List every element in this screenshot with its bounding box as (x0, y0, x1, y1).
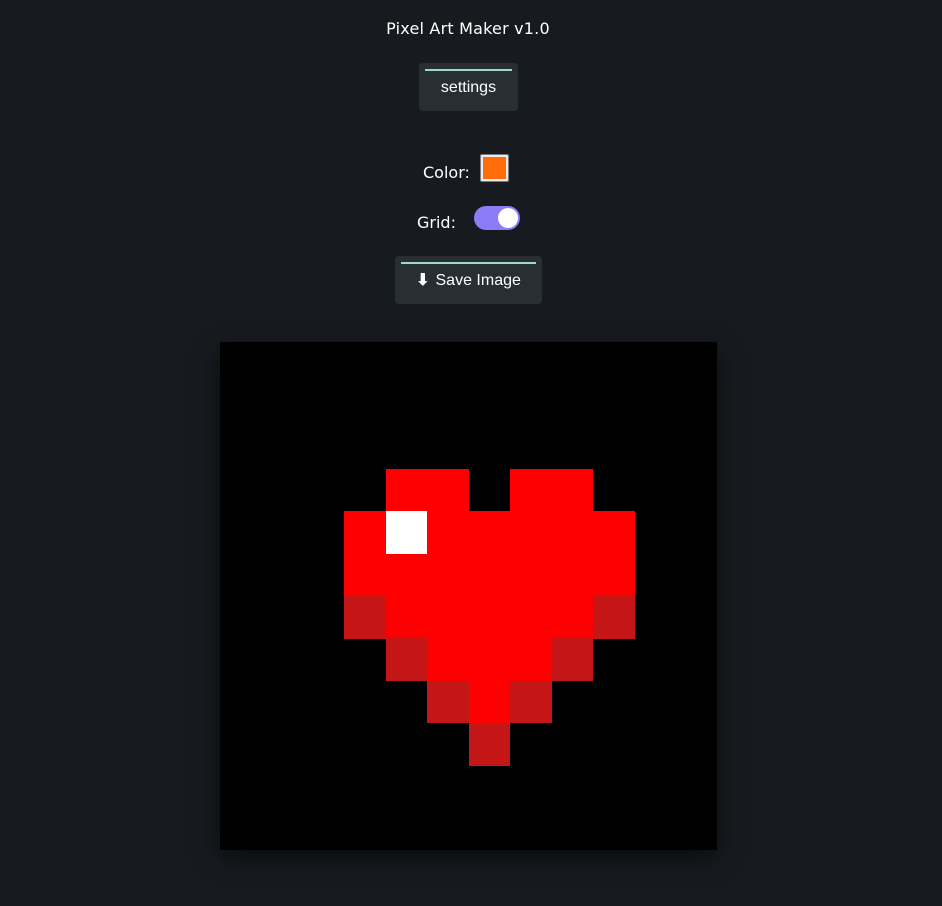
color-label: Color: (423, 163, 470, 182)
pixel-cell[interactable] (592, 596, 635, 639)
pixel-cell[interactable] (551, 553, 594, 597)
pixel-cell[interactable] (385, 469, 428, 512)
pixel-cell[interactable] (385, 638, 428, 682)
pixel-cell[interactable] (468, 511, 511, 555)
pixel-cell[interactable] (427, 469, 469, 512)
pixel-cell[interactable] (344, 596, 387, 639)
settings-button[interactable]: settings (419, 63, 518, 111)
page-title: Pixel Art Maker v1.0 (386, 19, 550, 38)
drawing-canvas[interactable] (220, 342, 717, 850)
save-image-button[interactable]: ⬇ Save Image (395, 256, 542, 304)
pixel-cell[interactable] (427, 553, 469, 597)
pixel-cell[interactable] (509, 553, 552, 597)
pixel-cell[interactable] (592, 511, 635, 555)
pixel-cell[interactable] (385, 596, 428, 639)
color-picker-swatch (483, 157, 506, 179)
pixel-cell[interactable] (592, 553, 635, 597)
pixel-cell[interactable] (509, 511, 552, 555)
pixel-cell[interactable] (427, 596, 469, 639)
download-arrow-icon: ⬇ (416, 272, 430, 289)
button-accent-line (425, 69, 512, 71)
pixel-cell[interactable] (509, 469, 552, 512)
pixel-cell[interactable] (344, 553, 387, 597)
pixel-cell[interactable] (551, 638, 594, 682)
pixel-cell[interactable] (468, 723, 511, 766)
grid-toggle[interactable] (474, 206, 520, 230)
settings-button-label: settings (440, 79, 497, 96)
pixel-cell[interactable] (468, 596, 511, 639)
grid-label: Grid: (417, 213, 456, 232)
pixel-cell[interactable] (551, 469, 594, 512)
pixel-cell[interactable] (468, 553, 511, 597)
pixel-cell[interactable] (385, 511, 428, 555)
grid-toggle-knob (498, 208, 518, 228)
pixel-cell[interactable] (427, 511, 469, 555)
save-image-button-label: Save Image (435, 272, 521, 289)
pixel-cell[interactable] (509, 638, 552, 682)
pixel-cell[interactable] (509, 596, 552, 639)
color-picker[interactable] (480, 154, 509, 182)
pixel-cell[interactable] (509, 680, 552, 724)
pixel-cell[interactable] (468, 638, 511, 682)
pixel-cell[interactable] (344, 511, 387, 555)
button-accent-line (401, 262, 536, 264)
pixel-art-maker-page: Pixel Art Maker v1.0 settings Color: Gri… (0, 0, 942, 906)
pixel-cell[interactable] (427, 638, 469, 682)
pixel-cell[interactable] (468, 680, 511, 724)
pixel-cell[interactable] (551, 511, 594, 555)
pixel-cell[interactable] (551, 596, 594, 639)
pixel-cell[interactable] (427, 680, 469, 724)
pixel-cell[interactable] (385, 553, 428, 597)
